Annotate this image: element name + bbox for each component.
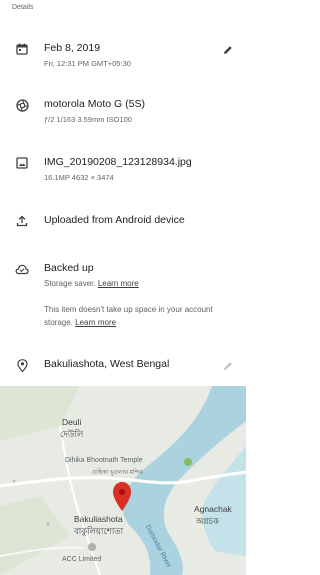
location-map[interactable]: Deuli দেউলি Dihika Bhootnath Temple গুহি…	[0, 386, 246, 575]
location-pin-icon	[15, 358, 29, 372]
map-label-agnachak: Agnachak	[194, 504, 232, 514]
map-label-bakuliashota-bn: বাকুলিয়াশোতা	[74, 526, 124, 536]
cloud-done-icon	[15, 262, 29, 276]
storage-info-learn-more-link[interactable]: Learn more	[75, 318, 116, 327]
storage-info-text: This item doesn't take up space in your …	[44, 305, 213, 327]
map-label-deuli: Deuli	[62, 417, 82, 427]
file-title: IMG_20190208_123128934.jpg	[44, 156, 192, 168]
location-title: Bakuliashota, West Bengal	[44, 358, 170, 370]
map-label-temple: Dihika Bhootnath Temple	[65, 457, 143, 464]
edit-date-pencil-icon[interactable]	[222, 43, 234, 55]
file-subtitle: 16.1MP 4632 × 3474	[44, 173, 114, 182]
upload-icon	[15, 214, 29, 228]
storage-saver-text: Storage saver.	[44, 279, 96, 288]
edit-location-pencil-icon[interactable]	[222, 359, 234, 371]
map-label-deuli-bn: দেউলি	[60, 429, 84, 439]
map-canvas	[0, 386, 246, 575]
date-title: Feb 8, 2019	[44, 42, 101, 54]
camera-aperture-icon	[15, 98, 29, 112]
image-icon	[15, 156, 29, 170]
map-label-temple-bn: গুহিকা ভূতনাথ মন্দির	[92, 470, 143, 476]
storage-saver-line: Storage saver. Learn more	[44, 277, 234, 290]
backup-title: Backed up	[44, 262, 94, 274]
camera-title: motorola Moto G (5S)	[44, 98, 145, 110]
storage-saver-learn-more-link[interactable]: Learn more	[98, 279, 139, 288]
upload-title: Uploaded from Android device	[44, 214, 185, 226]
map-label-bakuliashota: Bakuliashota	[74, 514, 123, 524]
storage-info-line: This item doesn't take up space in your …	[44, 303, 234, 329]
map-label-agnachak-bn: অগ্নচক	[196, 516, 220, 526]
map-label-acc: ACC Limited	[62, 556, 102, 563]
details-header: Details	[12, 4, 34, 11]
camera-subtitle: ƒ/2 1/163 3.59mm ISO100	[44, 115, 132, 124]
date-subtitle: Fri, 12:31 PM GMT+05:30	[44, 59, 131, 68]
calendar-icon	[15, 42, 29, 56]
